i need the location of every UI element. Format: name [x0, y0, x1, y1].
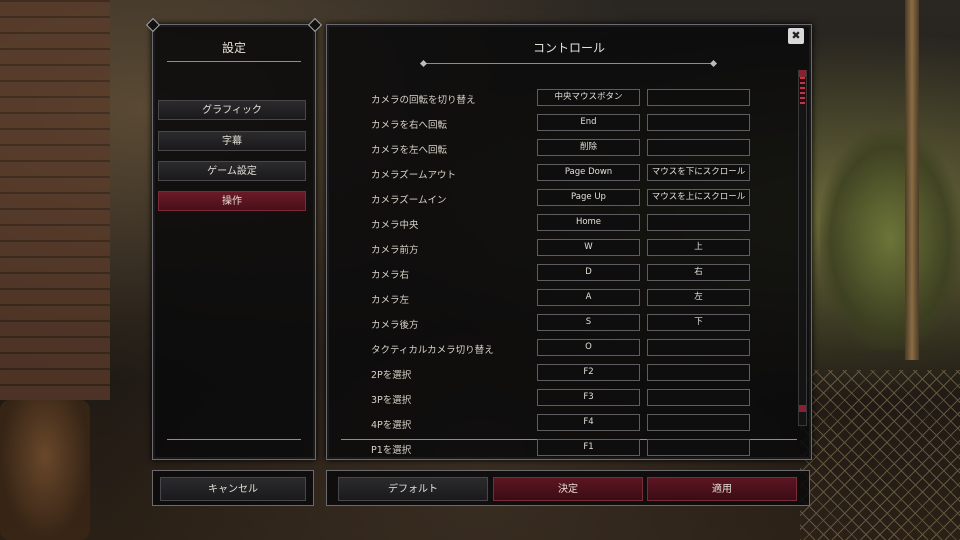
sidebar-item-game-settings[interactable]: ゲーム設定 [158, 161, 306, 181]
divider-ornament [419, 59, 428, 68]
sidebar-item-graphics[interactable]: グラフィック [158, 100, 306, 120]
primary-key-field[interactable]: D [537, 264, 640, 281]
primary-key-field[interactable]: Home [537, 214, 640, 231]
action-label: タクティカルカメラ切り替え [371, 345, 494, 356]
action-label: カメラの回転を切り替え [371, 95, 476, 106]
secondary-key-field[interactable] [647, 214, 750, 231]
sidebar-title: 設定 [221, 41, 246, 55]
action-label: カメラ中央 [371, 220, 419, 231]
secondary-key-field[interactable]: マウスを下にスクロール [647, 164, 750, 181]
primary-key-field[interactable]: 中央マウスボタン [537, 89, 640, 106]
action-label: P1を選択 [371, 445, 412, 456]
primary-key-field[interactable]: F4 [537, 414, 640, 431]
primary-key-field[interactable]: O [537, 339, 640, 356]
scroll-thumb[interactable] [800, 77, 805, 105]
primary-key-field[interactable]: S [537, 314, 640, 331]
primary-key-field[interactable]: A [537, 289, 640, 306]
primary-key-field[interactable]: F1 [537, 439, 640, 456]
primary-key-field[interactable]: Page Up [537, 189, 640, 206]
secondary-key-field[interactable] [647, 439, 750, 456]
background-barrel [0, 400, 90, 540]
secondary-key-field[interactable] [647, 139, 750, 156]
default-button[interactable]: デフォルト [338, 477, 488, 501]
action-label: カメラ右 [371, 270, 410, 281]
action-label: 2Pを選択 [371, 370, 412, 381]
action-label: 3Pを選択 [371, 395, 412, 406]
secondary-key-field[interactable]: マウスを上にスクロール [647, 189, 750, 206]
confirm-button[interactable]: 決定 [493, 477, 643, 501]
primary-key-field[interactable]: Page Down [537, 164, 640, 181]
page-title: コントロール [532, 41, 605, 55]
secondary-key-field[interactable]: 右 [647, 264, 750, 281]
primary-key-field[interactable]: F3 [537, 389, 640, 406]
action-label: カメラを右へ回転 [371, 120, 448, 131]
secondary-key-field[interactable]: 左 [647, 289, 750, 306]
primary-key-field[interactable]: F2 [537, 364, 640, 381]
secondary-key-field[interactable] [647, 339, 750, 356]
secondary-key-field[interactable]: 上 [647, 239, 750, 256]
action-label: カメラズームイン [371, 195, 447, 206]
divider [167, 439, 301, 440]
scroll-down-arrow-icon[interactable] [799, 405, 806, 412]
apply-button[interactable]: 適用 [647, 477, 797, 501]
secondary-key-field[interactable] [647, 114, 750, 131]
sidebar-item-controls[interactable]: 操作 [158, 191, 306, 211]
secondary-key-field[interactable] [647, 89, 750, 106]
action-label: 4Pを選択 [371, 420, 412, 431]
secondary-key-field[interactable] [647, 389, 750, 406]
background-brick-wall [0, 0, 110, 400]
settings-sidebar: 設定 [152, 24, 316, 460]
cancel-button[interactable]: キャンセル [160, 477, 306, 501]
primary-key-field[interactable]: W [537, 239, 640, 256]
sidebar-item-subtitles[interactable]: 字幕 [158, 131, 306, 151]
close-icon[interactable]: ✖ [788, 28, 804, 44]
primary-key-field[interactable]: 削除 [537, 139, 640, 156]
secondary-key-field[interactable] [647, 414, 750, 431]
divider [167, 61, 301, 62]
background-net [800, 370, 960, 540]
action-label: カメラ前方 [371, 245, 419, 256]
scrollbar[interactable] [798, 70, 807, 426]
scroll-up-arrow-icon[interactable] [799, 70, 806, 77]
background-foliage [820, 130, 960, 350]
action-label: カメラ後方 [371, 320, 419, 331]
action-label: カメラズームアウト [371, 170, 457, 181]
divider-ornament [709, 59, 718, 68]
primary-key-field[interactable]: End [537, 114, 640, 131]
background-ship-mast [905, 0, 919, 360]
action-label: カメラを左へ回転 [371, 145, 448, 156]
action-label: カメラ左 [371, 295, 410, 306]
secondary-key-field[interactable]: 下 [647, 314, 750, 331]
divider [423, 63, 713, 64]
secondary-key-field[interactable] [647, 364, 750, 381]
